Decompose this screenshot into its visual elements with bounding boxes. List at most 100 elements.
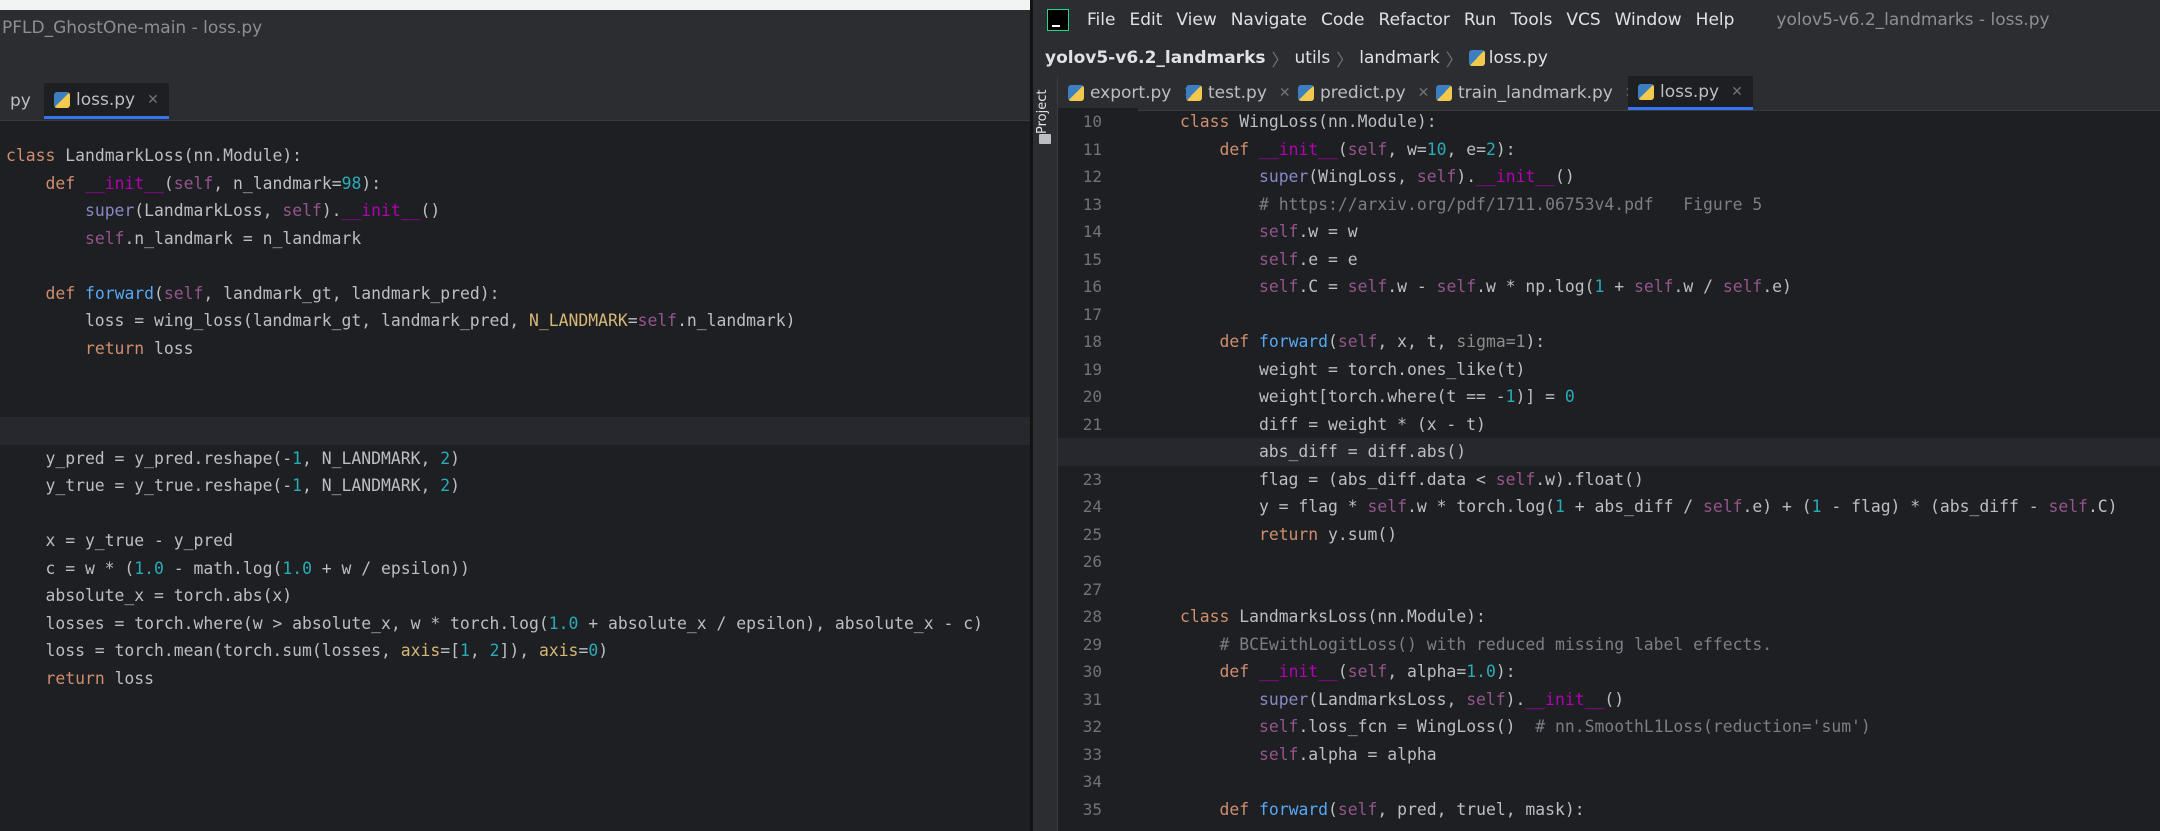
tab-loss-py[interactable]: loss.py ✕ bbox=[1628, 76, 1753, 110]
line-number: 15 bbox=[1082, 249, 1102, 269]
project-tool-button[interactable]: Project bbox=[1035, 82, 1055, 142]
tab-label: predict.py bbox=[1320, 83, 1406, 103]
code-token: 0 bbox=[588, 641, 599, 660]
code-token: self bbox=[282, 201, 322, 220]
code-token: x = y_true - y_pred bbox=[6, 531, 233, 550]
code-token: return bbox=[45, 668, 115, 688]
project-label: Project bbox=[1035, 89, 1050, 135]
code-token: , pred, truel, mask): bbox=[1377, 799, 1585, 819]
code-token: diff = weight * (x - t) bbox=[1180, 414, 1486, 434]
code-token: __init__ bbox=[1476, 167, 1556, 186]
code-token: , N_LANDMARK, bbox=[302, 448, 441, 468]
code-token: self bbox=[1337, 332, 1378, 351]
code-token: class bbox=[6, 146, 66, 165]
breadcrumb: yolov5-v6.2_landmarks 〉 utils 〉 landmark… bbox=[1033, 40, 2160, 76]
chevron-right-icon: 〉 bbox=[1336, 50, 1354, 71]
code-token: self bbox=[1347, 277, 1388, 296]
breadcrumb-utils[interactable]: utils bbox=[1295, 48, 1331, 68]
code-token: ). bbox=[321, 201, 342, 220]
tab-label: test.py bbox=[1208, 83, 1267, 103]
code-token: N_LANDMARK bbox=[529, 311, 628, 330]
menu-item-navigate[interactable]: Navigate bbox=[1231, 10, 1307, 30]
breadcrumb-project[interactable]: yolov5-v6.2_landmarks bbox=[1045, 48, 1266, 68]
code-token: = bbox=[627, 311, 638, 330]
code-token: 1 bbox=[1555, 497, 1565, 516]
menu-item-refactor[interactable]: Refactor bbox=[1379, 10, 1450, 30]
code-token: def bbox=[1219, 799, 1259, 819]
code-token: + abs_diff / bbox=[1564, 497, 1704, 516]
code-token: flag = (abs_diff.data < bbox=[1180, 469, 1496, 489]
menu-item-run[interactable]: Run bbox=[1464, 10, 1497, 30]
left-code-editor[interactable]: class LandmarkLoss(nn.Module): def __ini… bbox=[0, 142, 1030, 831]
code-token: , N_LANDMARK, bbox=[302, 476, 441, 495]
code-token: losses = torch.where(w > absolute_x, w *… bbox=[6, 613, 549, 633]
code-token: , landmark_gt, landmark_pred): bbox=[203, 283, 500, 303]
menu-items: File Edit View Navigate Code Refactor Run Tools… bbox=[1087, 10, 1734, 30]
line-number: 32 bbox=[1082, 717, 1102, 736]
breadcrumb-landmark[interactable]: landmark bbox=[1359, 48, 1440, 68]
close-icon[interactable]: ✕ bbox=[147, 92, 159, 108]
line-number: 24 bbox=[1082, 497, 1102, 516]
code-token: =[ bbox=[440, 641, 460, 660]
menu-item-view[interactable]: View bbox=[1176, 10, 1216, 30]
code-token: __init__ bbox=[341, 201, 421, 220]
code-token: (LandmarksLoss, bbox=[1308, 689, 1467, 709]
tab-train_landmark-py[interactable]: train_landmark.py✕ bbox=[1426, 76, 1647, 110]
menu-item-window[interactable]: Window bbox=[1615, 10, 1682, 30]
tab-predict-py[interactable]: predict.py ✕ bbox=[1288, 76, 1439, 110]
breadcrumb-file[interactable]: loss.py bbox=[1489, 48, 1548, 68]
menu-item-edit[interactable]: Edit bbox=[1129, 10, 1162, 30]
code-line: return loss bbox=[6, 665, 1030, 693]
code-token: ( bbox=[1337, 662, 1348, 681]
code-token: + w / epsilon)) bbox=[311, 558, 470, 578]
code-token: ) bbox=[598, 641, 609, 660]
line-number: 21 bbox=[1082, 414, 1102, 434]
code-token: LandmarkLoss(nn.Module): bbox=[65, 146, 303, 165]
code-line: abs_diff = diff.abs() bbox=[1180, 438, 2160, 466]
code-token: ). bbox=[1456, 167, 1477, 186]
code-token: ): bbox=[361, 173, 382, 193]
code-token: .alpha = alpha bbox=[1298, 744, 1437, 764]
code-token: y_true = y_true.reshape(- bbox=[6, 476, 293, 495]
code-token: - flag) * (abs_diff - bbox=[1821, 497, 2049, 516]
code-token: abs_diff = diff.abs() bbox=[1180, 442, 1467, 461]
code-token: weight[torch.where(t == - bbox=[1180, 387, 1506, 406]
line-number: 14 bbox=[1082, 222, 1102, 241]
code-token: .C) bbox=[2087, 497, 2118, 516]
code-token: y = flag * bbox=[1180, 497, 1368, 516]
tab-test-py[interactable]: test.py ✕ bbox=[1176, 76, 1301, 110]
code-token: class bbox=[1180, 112, 1240, 131]
menu-item-vcs[interactable]: VCS bbox=[1566, 10, 1600, 30]
tab-loss-py[interactable]: loss.py ✕ bbox=[44, 83, 169, 119]
right-tab-bar: export.py✕test.py✕predict.py✕train_landm… bbox=[1058, 76, 2160, 111]
code-token: y.sum() bbox=[1328, 524, 1398, 544]
code-line: losses = torch.where(w > absolute_x, w *… bbox=[6, 610, 1030, 638]
code-token: , n_landmark= bbox=[213, 173, 342, 193]
code-token: self bbox=[1436, 277, 1477, 296]
menu-item-tools[interactable]: Tools bbox=[1510, 10, 1552, 30]
code-token: 1.0 bbox=[134, 558, 164, 578]
left-title-bar: PFLD_GhostOne-main - loss.py bbox=[0, 10, 1030, 46]
code-token: # https://arxiv.org/pdf/1711.06753v4.pdf… bbox=[1258, 194, 1763, 214]
folder-icon bbox=[1039, 134, 1051, 144]
menu-item-help[interactable]: Help bbox=[1696, 10, 1735, 30]
line-number: 10 bbox=[1082, 112, 1102, 131]
menu-item-code[interactable]: Code bbox=[1321, 10, 1365, 30]
close-icon[interactable]: ✕ bbox=[1731, 84, 1743, 100]
code-token: .e) bbox=[1762, 277, 1792, 296]
code-line: diff = weight * (x - t) bbox=[1180, 411, 2160, 439]
code-token: self bbox=[173, 173, 214, 193]
code-token: .w * np.log( bbox=[1476, 277, 1595, 296]
right-code-editor[interactable]: class WingLoss(nn.Module): def __init__(… bbox=[1058, 108, 2160, 831]
menu-item-file[interactable]: File bbox=[1087, 10, 1115, 30]
code-token: 1.0 bbox=[282, 558, 312, 578]
code-token: def bbox=[45, 283, 85, 303]
code-token: .loss_fcn = WingLoss() bbox=[1298, 717, 1536, 736]
code-token: .w = w bbox=[1298, 222, 1358, 241]
